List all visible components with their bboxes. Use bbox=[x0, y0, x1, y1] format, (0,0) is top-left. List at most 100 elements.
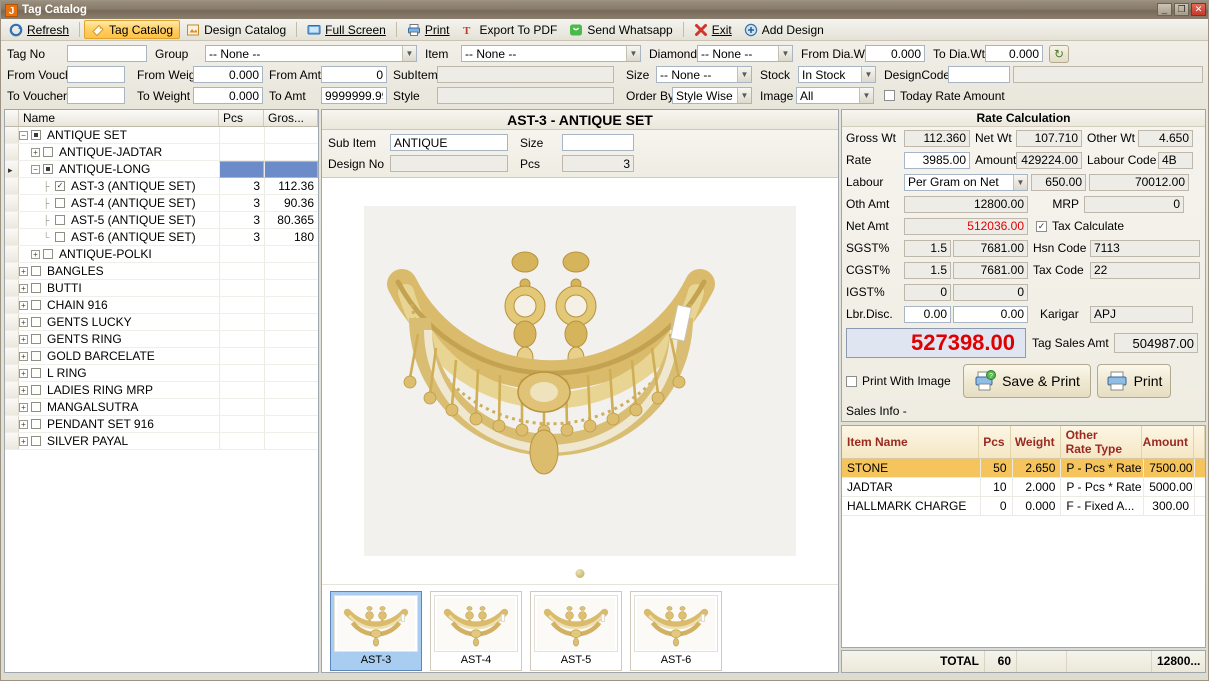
apply-filter-button[interactable]: ↻ bbox=[1049, 44, 1069, 63]
expand-icon[interactable]: + bbox=[19, 334, 28, 344]
from-amt-input[interactable] bbox=[321, 66, 387, 83]
thumbnail-item[interactable]: AST-3 bbox=[330, 591, 422, 671]
subitem-input[interactable] bbox=[437, 66, 614, 83]
expand-icon[interactable]: + bbox=[19, 402, 28, 412]
order-by-select[interactable]: Style Wise ▼ bbox=[672, 87, 752, 104]
cgst-amount-input[interactable] bbox=[953, 261, 1028, 279]
minimize-button[interactable]: _ bbox=[1157, 3, 1172, 16]
save-and-print-button[interactable]: ? Save & Print bbox=[963, 364, 1091, 398]
tree-row[interactable]: ├ AST-5 (ANTIQUE SET) 3 80.365 bbox=[5, 212, 318, 229]
tree-row-checkbox[interactable] bbox=[31, 385, 41, 395]
lbr-disc-amount-input[interactable] bbox=[953, 305, 1028, 323]
tree-row[interactable]: + LADIES RING MRP bbox=[5, 382, 318, 399]
tree-row-checkbox[interactable] bbox=[31, 436, 41, 446]
to-voucher-input[interactable] bbox=[67, 87, 125, 104]
tree-row-checkbox[interactable] bbox=[31, 419, 41, 429]
image-nav-dot[interactable] bbox=[575, 569, 585, 578]
labour-rate-input[interactable] bbox=[1031, 173, 1086, 191]
toolbar-button-exit[interactable]: Exit bbox=[688, 20, 738, 39]
items-grid-row[interactable]: JADTAR 10 2.000 P - Pcs * Rate 5000.00 bbox=[842, 478, 1205, 497]
expand-icon[interactable]: + bbox=[19, 368, 28, 378]
center-pcs-input[interactable] bbox=[562, 155, 634, 172]
tree-row[interactable]: └ AST-6 (ANTIQUE SET) 3 180 bbox=[5, 229, 318, 246]
item-select[interactable]: -- None -- ▼ bbox=[461, 45, 641, 62]
tree-row[interactable]: − ANTIQUE SET bbox=[5, 127, 318, 144]
net-amt-input[interactable] bbox=[904, 217, 1028, 235]
toolbar-button-print[interactable]: Print bbox=[401, 20, 456, 39]
tree-row[interactable]: + GENTS RING bbox=[5, 331, 318, 348]
other-wt-input[interactable] bbox=[1138, 129, 1193, 147]
tree-row-checkbox[interactable] bbox=[31, 266, 41, 276]
tree-header-gross[interactable]: Gros... bbox=[264, 110, 318, 126]
group-select[interactable]: -- None -- ▼ bbox=[205, 45, 417, 62]
toolbar-button-send-whatsapp[interactable]: Send Whatsapp bbox=[563, 20, 678, 39]
tree-row[interactable]: − ANTIQUE-LONG bbox=[5, 161, 318, 178]
toolbar-button-tag-catalog[interactable]: Tag Catalog bbox=[84, 20, 181, 39]
toolbar-button-add-design[interactable]: Add Design bbox=[738, 20, 830, 39]
labour-type-select[interactable]: Per Gram on Net ▼ bbox=[904, 173, 1028, 191]
tree-row-checkbox[interactable] bbox=[43, 164, 53, 174]
expand-icon[interactable]: + bbox=[19, 419, 28, 429]
tree-row-checkbox[interactable] bbox=[31, 130, 41, 140]
maximize-button[interactable]: ❐ bbox=[1174, 3, 1189, 16]
tag-no-input[interactable] bbox=[67, 45, 147, 62]
tree-row-checkbox[interactable] bbox=[31, 351, 41, 361]
collapse-icon[interactable]: − bbox=[31, 164, 40, 174]
tree-row[interactable]: ├ ✓ AST-3 (ANTIQUE SET) 3 112.36 bbox=[5, 178, 318, 195]
tree-row-checkbox[interactable] bbox=[31, 334, 41, 344]
hsn-code-input[interactable] bbox=[1090, 239, 1200, 257]
tree-row-checkbox[interactable]: ✓ bbox=[55, 181, 65, 191]
tax-calculate-checkbox[interactable]: ✓ bbox=[1036, 220, 1047, 232]
tree-row-checkbox[interactable] bbox=[55, 215, 65, 225]
mrp-input[interactable] bbox=[1084, 195, 1184, 213]
grid-header-pcs[interactable]: Pcs bbox=[979, 426, 1011, 458]
expand-icon[interactable]: + bbox=[19, 283, 28, 293]
tree-row-checkbox[interactable] bbox=[31, 368, 41, 378]
labour-amount-input[interactable] bbox=[1089, 173, 1189, 191]
toolbar-button-full-screen[interactable]: Full Screen bbox=[301, 20, 392, 39]
grid-header-item-name[interactable]: Item Name bbox=[842, 426, 979, 458]
today-rate-amount-checkbox[interactable] bbox=[884, 90, 895, 101]
tree-row[interactable]: + GENTS LUCKY bbox=[5, 314, 318, 331]
from-weight-input[interactable] bbox=[193, 66, 263, 83]
net-wt-input[interactable] bbox=[1016, 129, 1082, 147]
image-select[interactable]: All ▼ bbox=[796, 87, 874, 104]
from-voucher-input[interactable] bbox=[67, 66, 125, 83]
grid-header-other-rate-type[interactable]: Other Rate Type bbox=[1061, 426, 1142, 458]
design-code-desc-input[interactable] bbox=[1013, 66, 1203, 83]
sub-item-input[interactable] bbox=[390, 134, 508, 151]
rate-input[interactable] bbox=[904, 151, 970, 169]
tree-row-checkbox[interactable] bbox=[43, 147, 53, 157]
expand-icon[interactable]: + bbox=[31, 147, 40, 157]
tree-row[interactable]: + PENDANT SET 916 bbox=[5, 416, 318, 433]
diamond-select[interactable]: -- None -- ▼ bbox=[697, 45, 793, 62]
sgst-amount-input[interactable] bbox=[953, 239, 1028, 257]
toolbar-button-design-catalog[interactable]: Design Catalog bbox=[180, 20, 292, 39]
design-code-input[interactable] bbox=[948, 66, 1010, 83]
grid-header-amount[interactable]: Amount bbox=[1142, 426, 1194, 458]
thumbnail-item[interactable]: AST-5 bbox=[530, 591, 622, 671]
tree-row[interactable]: + BUTTI bbox=[5, 280, 318, 297]
tree-row-checkbox[interactable] bbox=[31, 317, 41, 327]
grid-header-weight[interactable]: Weight bbox=[1011, 426, 1061, 458]
to-dia-wt-input[interactable] bbox=[985, 45, 1043, 62]
items-grid-row[interactable]: HALLMARK CHARGE 0 0.000 F - Fixed A... 300.0… bbox=[842, 497, 1205, 516]
tree-row[interactable]: + ANTIQUE-POLKI bbox=[5, 246, 318, 263]
expand-icon[interactable]: + bbox=[19, 385, 28, 395]
tree-row-checkbox[interactable] bbox=[55, 198, 65, 208]
gross-wt-input[interactable] bbox=[904, 129, 970, 147]
main-product-image[interactable] bbox=[322, 178, 838, 584]
expand-icon[interactable]: + bbox=[19, 317, 28, 327]
size-select[interactable]: -- None -- ▼ bbox=[656, 66, 752, 83]
collapse-icon[interactable]: − bbox=[19, 130, 28, 140]
tag-sales-amt-input[interactable] bbox=[1114, 333, 1198, 353]
thumbnail-item[interactable]: AST-4 bbox=[430, 591, 522, 671]
tree-row[interactable]: + BANGLES bbox=[5, 263, 318, 280]
expand-icon[interactable]: + bbox=[31, 249, 40, 259]
center-size-input[interactable] bbox=[562, 134, 634, 151]
tree-row-checkbox[interactable] bbox=[55, 232, 65, 242]
igst-percent-input[interactable] bbox=[904, 283, 951, 301]
to-weight-input[interactable] bbox=[193, 87, 263, 104]
expand-icon[interactable]: + bbox=[19, 351, 28, 361]
amount-input[interactable] bbox=[1016, 151, 1082, 169]
